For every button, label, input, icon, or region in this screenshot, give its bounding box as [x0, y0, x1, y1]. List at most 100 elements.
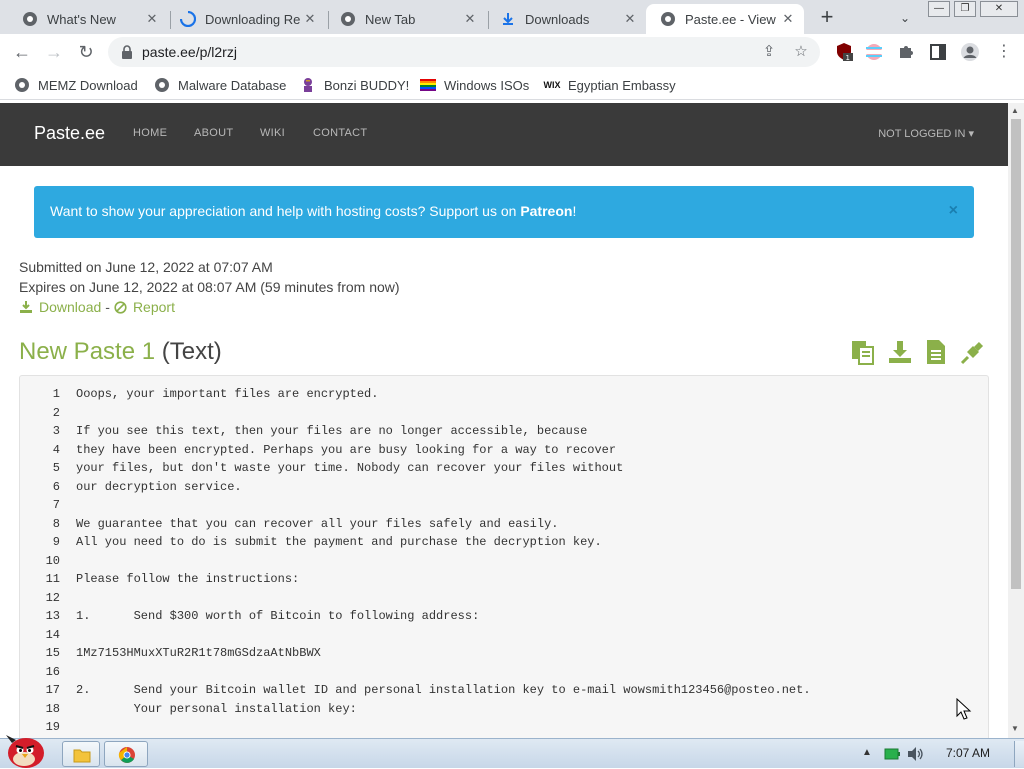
- line-number: 1: [52, 387, 60, 401]
- line-number: 5: [52, 461, 60, 475]
- extension-badge: 1: [846, 54, 850, 62]
- bookmark-malware-database[interactable]: Malware Database: [154, 75, 286, 95]
- copy-icon[interactable]: [850, 339, 876, 365]
- line-text: 1. Send $300 worth of Bitcoin to followi…: [76, 609, 480, 623]
- show-hidden-icons-arrow[interactable]: ▲: [862, 747, 872, 758]
- download-link[interactable]: Download: [19, 299, 101, 315]
- site-navbar: Paste.ee HOME ABOUT WIKI CONTACT NOT LOG…: [0, 103, 1008, 166]
- bookmark-windows-isos[interactable]: Windows ISOs: [420, 75, 529, 95]
- ban-icon: [114, 300, 127, 314]
- download-paste-icon[interactable]: [887, 339, 913, 365]
- share-icon[interactable]: ⇪: [760, 43, 778, 61]
- chrome-icon: [340, 11, 356, 27]
- tab-label: New Tab: [365, 11, 416, 27]
- new-tab-button[interactable]: +: [814, 5, 840, 31]
- tab-downloading[interactable]: Downloading Re ✕: [166, 4, 326, 34]
- line-number: 3: [52, 424, 60, 438]
- patreon-link[interactable]: Patreon: [520, 203, 572, 219]
- site-brand[interactable]: Paste.ee: [34, 123, 105, 144]
- reload-icon[interactable]: ↻: [74, 40, 98, 64]
- loading-spinner-icon: [180, 11, 196, 27]
- close-icon[interactable]: ✕: [302, 11, 318, 27]
- close-icon[interactable]: ✕: [622, 11, 638, 27]
- scrollbar-thumb[interactable]: [1011, 119, 1021, 589]
- bookmark-memz-download[interactable]: MEMZ Download: [14, 75, 138, 95]
- line-number: 11: [45, 572, 60, 586]
- lock-icon[interactable]: [120, 44, 134, 60]
- maximize-button[interactable]: ❐: [954, 1, 976, 17]
- close-icon[interactable]: ✕: [144, 11, 160, 27]
- nav-wiki[interactable]: WIKI: [260, 127, 285, 139]
- bookmark-star-icon[interactable]: ☆: [792, 43, 810, 61]
- taskbar-clock[interactable]: 7:07 AM: [946, 746, 990, 760]
- browser-toolbar: ← → ↻ paste.ee/p/l2rzj ⇪ ☆ 1 ⋮: [0, 34, 1024, 70]
- alert-suffix: !: [572, 203, 577, 219]
- tab-downloads[interactable]: Downloads ✕: [486, 4, 646, 34]
- chrome-taskbar-button[interactable]: [104, 741, 148, 767]
- expires-date: Expires on June 12, 2022 at 08:07 AM (59…: [19, 279, 400, 295]
- bookmark-egyptian-embassy[interactable]: WIX Egyptian Embassy: [544, 75, 676, 95]
- nav-home[interactable]: HOME: [133, 127, 167, 139]
- login-dropdown[interactable]: NOT LOGGED IN ▾: [878, 127, 974, 140]
- link-separator: -: [105, 299, 110, 315]
- alert-text: Want to show your appreciation and help …: [50, 203, 576, 219]
- line-number: 15: [45, 646, 60, 660]
- embed-plug-icon[interactable]: [960, 339, 986, 365]
- scroll-down-arrow-icon[interactable]: ▼: [1011, 724, 1019, 733]
- tab-new-tab[interactable]: New Tab ✕: [326, 4, 486, 34]
- minimize-button[interactable]: —: [928, 1, 950, 17]
- line-text: your files, but don't waste your time. N…: [76, 461, 624, 475]
- taskbar: ▲ 7:07 AM: [0, 735, 1024, 768]
- close-icon[interactable]: ✕: [780, 11, 796, 27]
- explorer-taskbar-button[interactable]: [62, 741, 100, 767]
- tab-paste-ee[interactable]: Paste.ee - View p ✕: [646, 4, 804, 34]
- patreon-alert: Want to show your appreciation and help …: [34, 186, 974, 238]
- line-text: our decryption service.: [76, 479, 242, 494]
- bookmark-label: Windows ISOs: [444, 77, 530, 93]
- start-button-icon[interactable]: [2, 731, 48, 769]
- window-close-button[interactable]: ✕: [980, 1, 1018, 17]
- folder-icon: [73, 749, 91, 763]
- raw-file-icon[interactable]: [923, 339, 949, 365]
- scroll-up-arrow-icon[interactable]: ▲: [1011, 106, 1019, 115]
- forward-arrow-icon[interactable]: →: [42, 40, 66, 64]
- back-arrow-icon[interactable]: ←: [10, 40, 34, 64]
- paste-title: New Paste 1 (Text): [19, 338, 222, 366]
- line-number: 7: [52, 498, 60, 512]
- tab-label: Downloads: [525, 11, 590, 27]
- nav-contact[interactable]: CONTACT: [313, 127, 367, 139]
- kebab-menu-icon[interactable]: ⋮: [994, 42, 1014, 62]
- page-viewport: Paste.ee HOME ABOUT WIKI CONTACT NOT LOG…: [0, 103, 1008, 738]
- bookmark-label: Bonzi BUDDY!: [324, 77, 410, 93]
- page-scrollbar[interactable]: ▲ ▼: [1008, 103, 1024, 738]
- flag-extension-icon[interactable]: [864, 42, 884, 62]
- tab-search-icon[interactable]: ⌄: [893, 6, 917, 30]
- line-text: they have been encrypted. Perhaps you ar…: [76, 442, 617, 457]
- bookmark-label: MEMZ Download: [38, 77, 138, 93]
- tab-label: Paste.ee - View p: [685, 11, 777, 27]
- bookmark-bonzi-buddy[interactable]: Bonzi BUDDY!: [300, 75, 409, 95]
- side-panel-icon[interactable]: [928, 42, 948, 62]
- close-icon[interactable]: ✕: [462, 11, 478, 27]
- address-bar[interactable]: paste.ee/p/l2rzj ⇪ ☆: [108, 37, 820, 67]
- alert-close-button[interactable]: ×: [949, 202, 958, 220]
- report-link[interactable]: Report: [114, 299, 175, 315]
- line-number: 10: [45, 553, 60, 568]
- tab-whats-new[interactable]: What's New ✕: [8, 4, 168, 34]
- line-text: Ooops, your important files are encrypte…: [76, 387, 379, 401]
- paste-actions: Download - Report: [19, 299, 175, 315]
- caret-down-icon: ▾: [968, 128, 974, 140]
- profile-avatar-icon[interactable]: [960, 42, 980, 62]
- volume-icon[interactable]: [906, 746, 924, 762]
- globe-icon: [14, 77, 30, 93]
- mouse-cursor-icon: [956, 698, 972, 720]
- battery-icon[interactable]: [884, 748, 900, 760]
- line-number: 2: [52, 405, 60, 420]
- download-label: Download: [39, 299, 102, 315]
- ublock-extension-icon[interactable]: 1: [834, 42, 854, 62]
- puzzle-extensions-icon[interactable]: [896, 42, 916, 62]
- nav-about[interactable]: ABOUT: [194, 127, 233, 139]
- globe-icon: [154, 77, 170, 93]
- show-desktop-button[interactable]: [1014, 741, 1024, 767]
- alert-message: Want to show your appreciation and help …: [50, 203, 521, 219]
